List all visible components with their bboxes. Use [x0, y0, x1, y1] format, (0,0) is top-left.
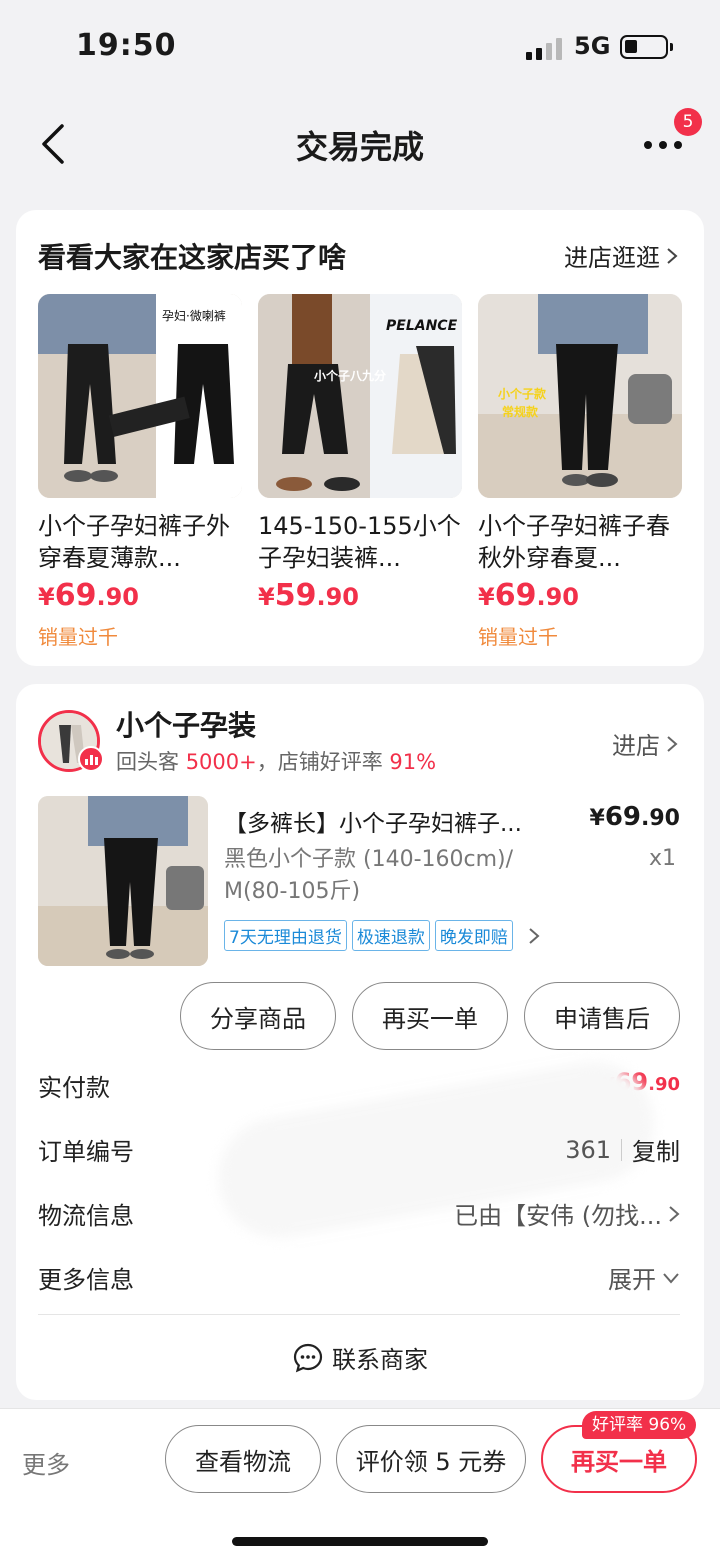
- product-name: 小个子孕妇裤子外穿春夏薄款...: [38, 512, 230, 572]
- enter-shop-label: 进店: [612, 732, 660, 760]
- enter-shop-button[interactable]: 进店: [612, 726, 678, 761]
- status-bar: 19:50 5G: [0, 0, 720, 96]
- page-title: 交易完成: [295, 128, 424, 166]
- order-number-label: 订单编号: [38, 1138, 134, 1166]
- order-number: 361: [565, 1135, 611, 1164]
- item-actions: 分享商品 再买一单 申请售后: [180, 982, 680, 1050]
- more-button[interactable]: 更多: [22, 1445, 70, 1480]
- signal-icon: [526, 38, 562, 60]
- product-card[interactable]: 孕妇·微喇裤 小个子孕妇裤子外穿春夏薄款... ¥69.90 销量过千: [38, 294, 242, 649]
- item-quantity: x1: [648, 846, 676, 871]
- review-coupon-button[interactable]: 评价领 5 元券: [336, 1425, 526, 1493]
- shop-badge-icon: [78, 746, 104, 772]
- order-number-value: 361 复制: [565, 1132, 680, 1167]
- contact-seller-label: 联系商家: [332, 1346, 428, 1374]
- visit-shop-link[interactable]: 进店逛逛: [564, 238, 678, 273]
- copy-button[interactable]: 复制: [632, 1132, 680, 1167]
- expand-toggle[interactable]: 展开: [608, 1260, 680, 1295]
- shop-stats: 回头客 5000+，店铺好评率 91%: [116, 750, 437, 774]
- product-price: ¥69.90: [38, 578, 139, 613]
- product-image: PELANCE 小个子八九分: [258, 294, 462, 498]
- service-tag: 晚发即赔: [434, 920, 513, 951]
- product-card[interactable]: PELANCE 小个子八九分 145-150-155小个子孕妇装裤... ¥59…: [258, 294, 462, 645]
- chevron-right-icon: [529, 927, 540, 944]
- order-number-row: 订单编号 361 复制: [38, 1132, 680, 1172]
- product-name: 小个子孕妇裤子春秋外穿春夏...: [478, 512, 670, 572]
- product-price: ¥69.90: [478, 578, 579, 613]
- chat-icon: [293, 1343, 323, 1372]
- service-tag: 极速退款: [351, 920, 430, 951]
- product-image: 孕妇·微喇裤: [38, 294, 242, 498]
- chevron-right-icon: [667, 735, 678, 752]
- more-info-label: 更多信息: [38, 1266, 134, 1294]
- svg-text:常规款: 常规款: [502, 404, 539, 419]
- logistics-row[interactable]: 物流信息 已由【安伟 (勿找...: [38, 1196, 680, 1236]
- product-name: 145-150-155小个子孕妇装裤...: [258, 512, 461, 572]
- share-product-button[interactable]: 分享商品: [180, 982, 336, 1050]
- buy-again-button[interactable]: 再买一单: [352, 982, 508, 1050]
- contact-seller-button[interactable]: 联系商家: [16, 1340, 704, 1375]
- item-image[interactable]: [38, 796, 208, 966]
- logistics-value: 已由【安伟 (勿找...: [454, 1196, 680, 1231]
- logistics-label: 物流信息: [38, 1202, 134, 1230]
- item-spec: 黑色小个子款 (140-160cm)/ M(80-105斤): [224, 847, 514, 904]
- after-sales-button[interactable]: 申请售后: [524, 982, 680, 1050]
- notification-badge: 5: [674, 108, 702, 136]
- service-tags[interactable]: 7天无理由退货 极速退款 晚发即赔: [224, 920, 540, 951]
- status-time: 19:50: [76, 28, 177, 63]
- visit-shop-label: 进店逛逛: [564, 244, 660, 272]
- more-info-row[interactable]: 更多信息 展开: [38, 1260, 680, 1300]
- svg-text:孕妇·微喇裤: 孕妇·微喇裤: [162, 308, 226, 323]
- network-label: 5G: [574, 32, 611, 60]
- product-card[interactable]: 小个子款 常规款 小个子孕妇裤子春秋外穿春夏... ¥69.90 销量过千: [478, 294, 682, 649]
- divider: [38, 1314, 680, 1315]
- product-sales: 销量过千: [38, 625, 118, 649]
- item-title[interactable]: 【多裤长】小个子孕妇裤子...: [224, 804, 554, 838]
- service-tag: 7天无理由退货: [224, 920, 347, 951]
- product-sales: [258, 621, 462, 645]
- chevron-right-icon: [669, 1205, 680, 1222]
- order-card: 小个子孕装 回头客 5000+，店铺好评率 91% 进店 【多裤长】小个子孕妇裤…: [16, 684, 704, 1400]
- shop-name[interactable]: 小个子孕装: [116, 704, 256, 744]
- payment-label: 实付款: [38, 1074, 110, 1102]
- product-image: 小个子款 常规款: [478, 294, 682, 498]
- home-indicator: [232, 1537, 488, 1546]
- view-logistics-button[interactable]: 查看物流: [165, 1425, 321, 1493]
- recommend-card: 看看大家在这家店买了啥 进店逛逛 孕妇·微喇裤 小个子孕妇裤子外穿春夏薄款...…: [16, 210, 704, 666]
- bottom-bar: 更多 查看物流 评价领 5 元券 再买一单 好评率 96%: [0, 1408, 720, 1558]
- item-price: ¥69.90: [589, 802, 680, 832]
- chevron-right-icon: [667, 247, 678, 264]
- rating-badge: 好评率 96%: [582, 1411, 697, 1439]
- product-sales: 销量过千: [478, 625, 558, 649]
- chevron-down-icon: [663, 1272, 679, 1284]
- product-price: ¥59.90: [258, 578, 359, 613]
- recommend-title: 看看大家在这家店买了啥: [38, 241, 347, 274]
- nav-bar: 交易完成 5: [0, 100, 720, 186]
- battery-icon: [620, 35, 673, 59]
- svg-text:PELANCE: PELANCE: [386, 318, 458, 334]
- svg-text:小个子八九分: 小个子八九分: [314, 368, 386, 383]
- svg-text:小个子款: 小个子款: [498, 386, 547, 401]
